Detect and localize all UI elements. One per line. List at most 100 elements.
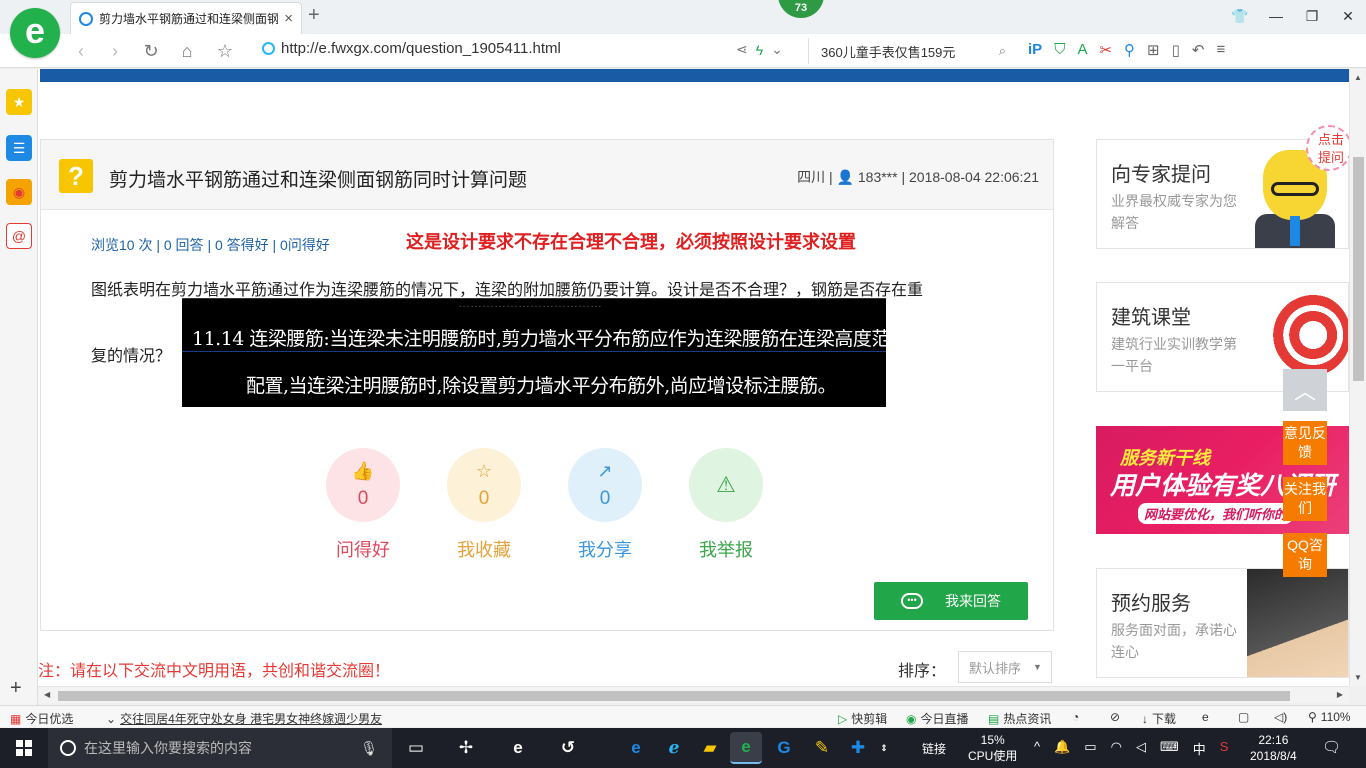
vertical-scrollbar[interactable]: ▲ ▼ (1349, 69, 1366, 686)
vertical-scroll-thumb[interactable] (1353, 157, 1364, 381)
shirt-icon[interactable]: 👕 (1222, 0, 1258, 32)
magnifier-icon[interactable]: ⚲ (1124, 41, 1135, 59)
notification-icon[interactable]: 🗨 (1322, 738, 1341, 756)
address-bar[interactable]: http://e.fwxgx.com/question_1905411.html (262, 40, 561, 57)
refresh-icon[interactable]: ↻ (138, 38, 164, 64)
status-ie-icon[interactable]: e (1202, 710, 1209, 724)
menu-icon[interactable]: ≡ (1216, 41, 1225, 59)
share-label[interactable]: 我分享 (545, 536, 665, 562)
battery-icon[interactable]: ▭ (1084, 739, 1096, 758)
favorites-star-icon[interactable]: ★ (6, 89, 32, 115)
task-view-icon[interactable]: ▭ (400, 732, 432, 764)
news-ticker-text[interactable]: 交往同居4年死守处女身 港宅男女神终嫁週少男友 (120, 710, 382, 727)
app-swirl-icon[interactable]: ↺ (552, 732, 584, 764)
microphone-icon[interactable]: 🎙 (360, 740, 378, 757)
360-app-icon[interactable]: G (768, 732, 800, 764)
add-icon[interactable]: + (10, 677, 22, 700)
ip-extension-icon[interactable]: iP (1028, 41, 1042, 59)
report-label[interactable]: 我举报 (666, 536, 786, 562)
url-text[interactable]: http://e.fwxgx.com/question_1905411.html (281, 40, 561, 57)
clock[interactable]: 22:16 2018/8/4 (1250, 732, 1297, 764)
status-download[interactable]: ↓ 下载 (1142, 710, 1176, 727)
ime-indicator[interactable]: 中 (1193, 739, 1206, 758)
wifi-icon[interactable]: ◠ (1111, 739, 1122, 758)
good-label[interactable]: 问得好 (303, 536, 423, 562)
sort-select[interactable]: 默认排序 ▼ (958, 651, 1052, 683)
undo-icon[interactable]: ↶ (1192, 41, 1205, 59)
shield-icon[interactable]: ⛉ (1054, 41, 1065, 59)
cross-app-icon[interactable]: ✚ (842, 732, 874, 764)
follow-us-button[interactable]: 关注我们 (1283, 477, 1327, 521)
news-ticker[interactable]: ⌄ 交往同居4年死守处女身 港宅男女神终嫁週少男友 (106, 710, 382, 727)
forward-arrow-icon[interactable]: › (102, 38, 128, 64)
search-icon[interactable]: ⌕ (999, 43, 1006, 59)
browser-logo-icon[interactable]: e (10, 8, 60, 58)
action-circle[interactable]: ↗ 0 (568, 448, 642, 522)
status-live[interactable]: ◉ 今日直播 (906, 710, 969, 727)
status-sound-icon[interactable]: ◁) (1274, 710, 1287, 724)
horizontal-scrollbar[interactable]: ◀ ▶ (38, 686, 1349, 703)
action-circle[interactable]: ⚠ (689, 448, 763, 522)
booking-card[interactable]: 预约服务 服务面对面，承诺心连心 (1096, 568, 1349, 678)
weibo-icon[interactable]: ◉ (6, 179, 32, 205)
tray-link-label[interactable]: 链接 (922, 740, 946, 757)
scroll-up-icon[interactable]: ▲ (1354, 73, 1362, 82)
chevron-up-icon[interactable]: ^ (1034, 739, 1040, 758)
internet-explorer-icon[interactable]: ℯ (658, 732, 690, 764)
bookmark-star-icon[interactable]: ☆ (212, 38, 238, 64)
taskbar-search[interactable]: 在这里输入你要搜索的内容 🎙 (48, 728, 392, 768)
favorite-label[interactable]: 我收藏 (424, 536, 544, 562)
status-speed[interactable]: ◔ (1072, 710, 1079, 724)
home-icon[interactable]: ⌂ (174, 38, 200, 64)
action-favorite[interactable]: ☆ 0 我收藏 (424, 448, 544, 562)
new-tab-button[interactable]: + (308, 4, 320, 27)
horizontal-scroll-thumb[interactable] (58, 691, 1290, 701)
volume-icon[interactable]: ◁ (1136, 739, 1146, 758)
apps-grid-icon[interactable]: ⊞ (1147, 41, 1160, 59)
notes-app-icon[interactable]: ✎ (806, 732, 838, 764)
action-report[interactable]: ⚠ 我举报 (666, 448, 786, 562)
feedback-button[interactable]: 意见反馈 (1283, 421, 1327, 465)
qq-consult-button[interactable]: QQ咨询 (1283, 533, 1327, 577)
ask-corner-tag[interactable]: 点击提问 (1306, 125, 1349, 171)
cpu-usage[interactable]: 15% CPU使用 (968, 732, 1017, 764)
list-icon[interactable]: ☰ (6, 135, 32, 161)
360-browser-icon[interactable]: e (730, 732, 762, 764)
scroll-down-icon[interactable]: ▼ (1354, 673, 1362, 682)
action-share[interactable]: ↗ 0 我分享 (545, 448, 665, 562)
scroll-right-icon[interactable]: ▶ (1337, 690, 1343, 699)
tab-active[interactable]: 剪力墙水平钢筋通过和连梁侧面钢 × (70, 2, 302, 34)
status-zoom[interactable]: ⚲ 110% (1308, 710, 1351, 724)
maximize-button[interactable]: ❐ (1294, 0, 1330, 32)
scissors-icon[interactable]: ✂ (1099, 41, 1112, 59)
chevron-down-icon[interactable]: ⌄ (771, 41, 783, 58)
sogou-icon[interactable]: S (1220, 739, 1229, 758)
status-news[interactable]: ▤ 热点资讯 (988, 710, 1051, 727)
today-picks[interactable]: ▦ 今日优选 (10, 710, 73, 727)
action-good-question[interactable]: 👍 0 问得好 (303, 448, 423, 562)
fan-app-icon[interactable]: ✢ (450, 732, 482, 764)
close-window-button[interactable]: ✕ (1330, 0, 1366, 32)
ie-browser-icon[interactable]: e (502, 732, 534, 764)
back-to-top-button[interactable]: ︿ (1283, 369, 1327, 411)
back-arrow-icon[interactable]: ‹ (68, 38, 94, 64)
keyboard-icon[interactable]: ⌨ (1160, 739, 1179, 758)
search-box[interactable]: 360儿童手表仅售159元 ⌕ (808, 38, 1016, 64)
status-window-icon[interactable]: ▢ (1238, 710, 1249, 724)
status-no-image[interactable]: ⊘ (1110, 710, 1120, 724)
share-icon[interactable]: ⋖ (736, 41, 748, 58)
action-circle[interactable]: 👍 0 (326, 448, 400, 522)
scroll-left-icon[interactable]: ◀ (44, 690, 50, 699)
bell-icon[interactable]: 🔔 (1054, 739, 1070, 758)
status-quick-clip[interactable]: ▷ 快剪辑 (838, 710, 887, 727)
file-explorer-icon[interactable]: ▰ (694, 732, 726, 764)
tab-close-button[interactable]: × (284, 10, 293, 27)
speed-badge[interactable]: 73 (778, 0, 824, 18)
translate-icon[interactable]: A (1077, 41, 1087, 59)
email-icon[interactable]: @ (6, 223, 32, 249)
search-suggestion[interactable]: 360儿童手表仅售159元 (821, 42, 955, 61)
answer-button[interactable]: ••• 我来回答 (874, 582, 1028, 620)
tablet-icon[interactable]: ▯ (1172, 41, 1180, 59)
start-button[interactable] (0, 728, 48, 768)
lightning-icon[interactable]: ϟ (756, 42, 763, 58)
